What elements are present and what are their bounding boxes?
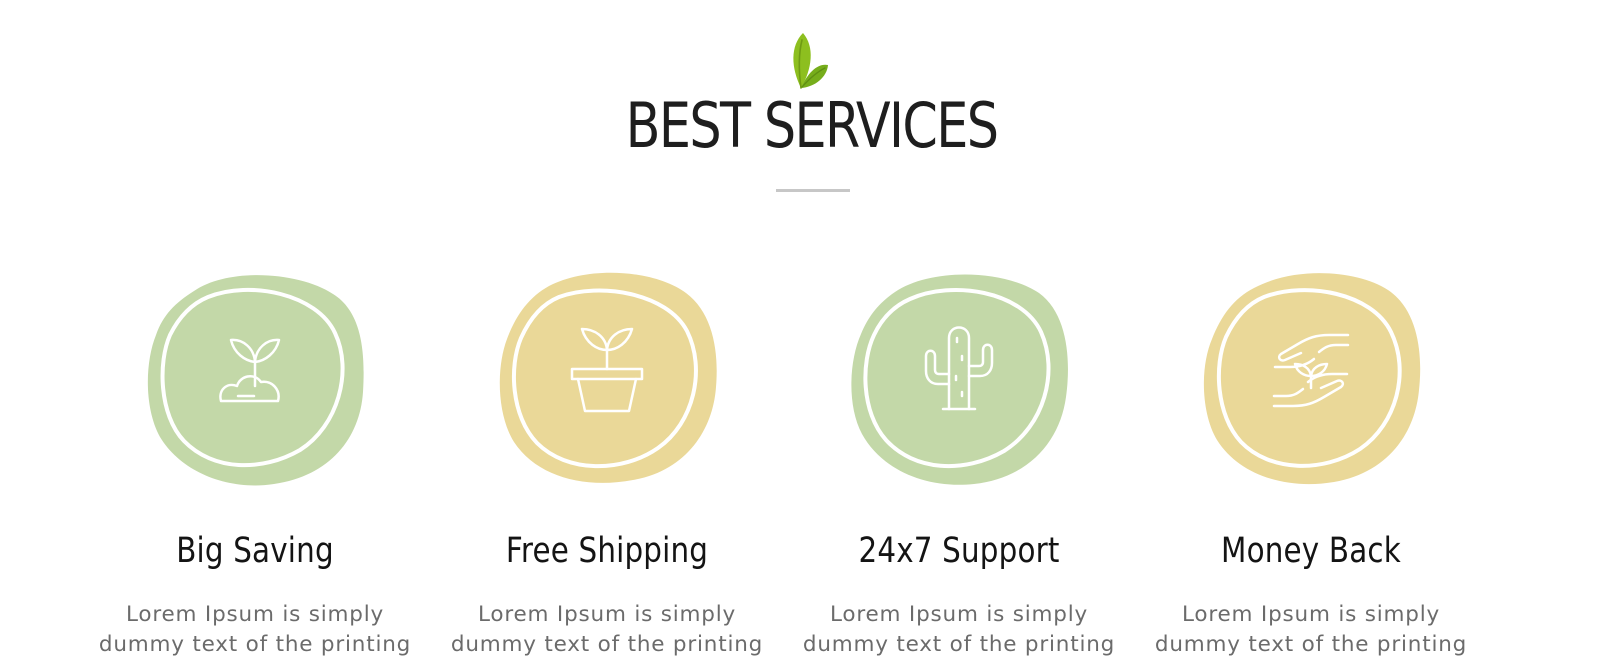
service-card: Money Back Lorem Ipsum is simply dummy t… — [1141, 266, 1481, 666]
description-line: dummy text of the printing — [450, 632, 764, 657]
description-line: dummy text of the printing — [1154, 632, 1468, 657]
service-title: Money Back — [1221, 531, 1401, 571]
service-card: Big Saving Lorem Ipsum is simply dummy t… — [85, 266, 425, 666]
description-line: Lorem Ipsum is simply — [478, 602, 736, 627]
services-list: Big Saving Lorem Ipsum is simply dummy t… — [0, 0, 1623, 657]
service-badge — [147, 275, 364, 486]
description-line: Lorem Ipsum is simply — [1182, 602, 1440, 627]
service-badge — [851, 274, 1068, 485]
service-description: Lorem Ipsum is simply dummy text of the … — [789, 600, 1129, 660]
service-description: Lorem Ipsum is simply dummy text of the … — [1141, 600, 1481, 660]
service-title: Big Saving — [176, 531, 334, 571]
service-badge — [1203, 273, 1421, 485]
service-title: 24x7 Support — [858, 531, 1060, 571]
service-badge — [499, 272, 717, 483]
description-line: dummy text of the printing — [98, 632, 412, 657]
service-card: Free Shipping Lorem Ipsum is simply dumm… — [437, 266, 777, 666]
description-line: Lorem Ipsum is simply — [830, 602, 1088, 627]
description-line: Lorem Ipsum is simply — [126, 602, 384, 627]
service-card: 24x7 Support Lorem Ipsum is simply dummy… — [789, 266, 1129, 666]
service-description: Lorem Ipsum is simply dummy text of the … — [437, 600, 777, 660]
service-description: Lorem Ipsum is simply dummy text of the … — [85, 600, 425, 660]
description-line: dummy text of the printing — [802, 632, 1116, 657]
service-title: Free Shipping — [505, 531, 709, 571]
